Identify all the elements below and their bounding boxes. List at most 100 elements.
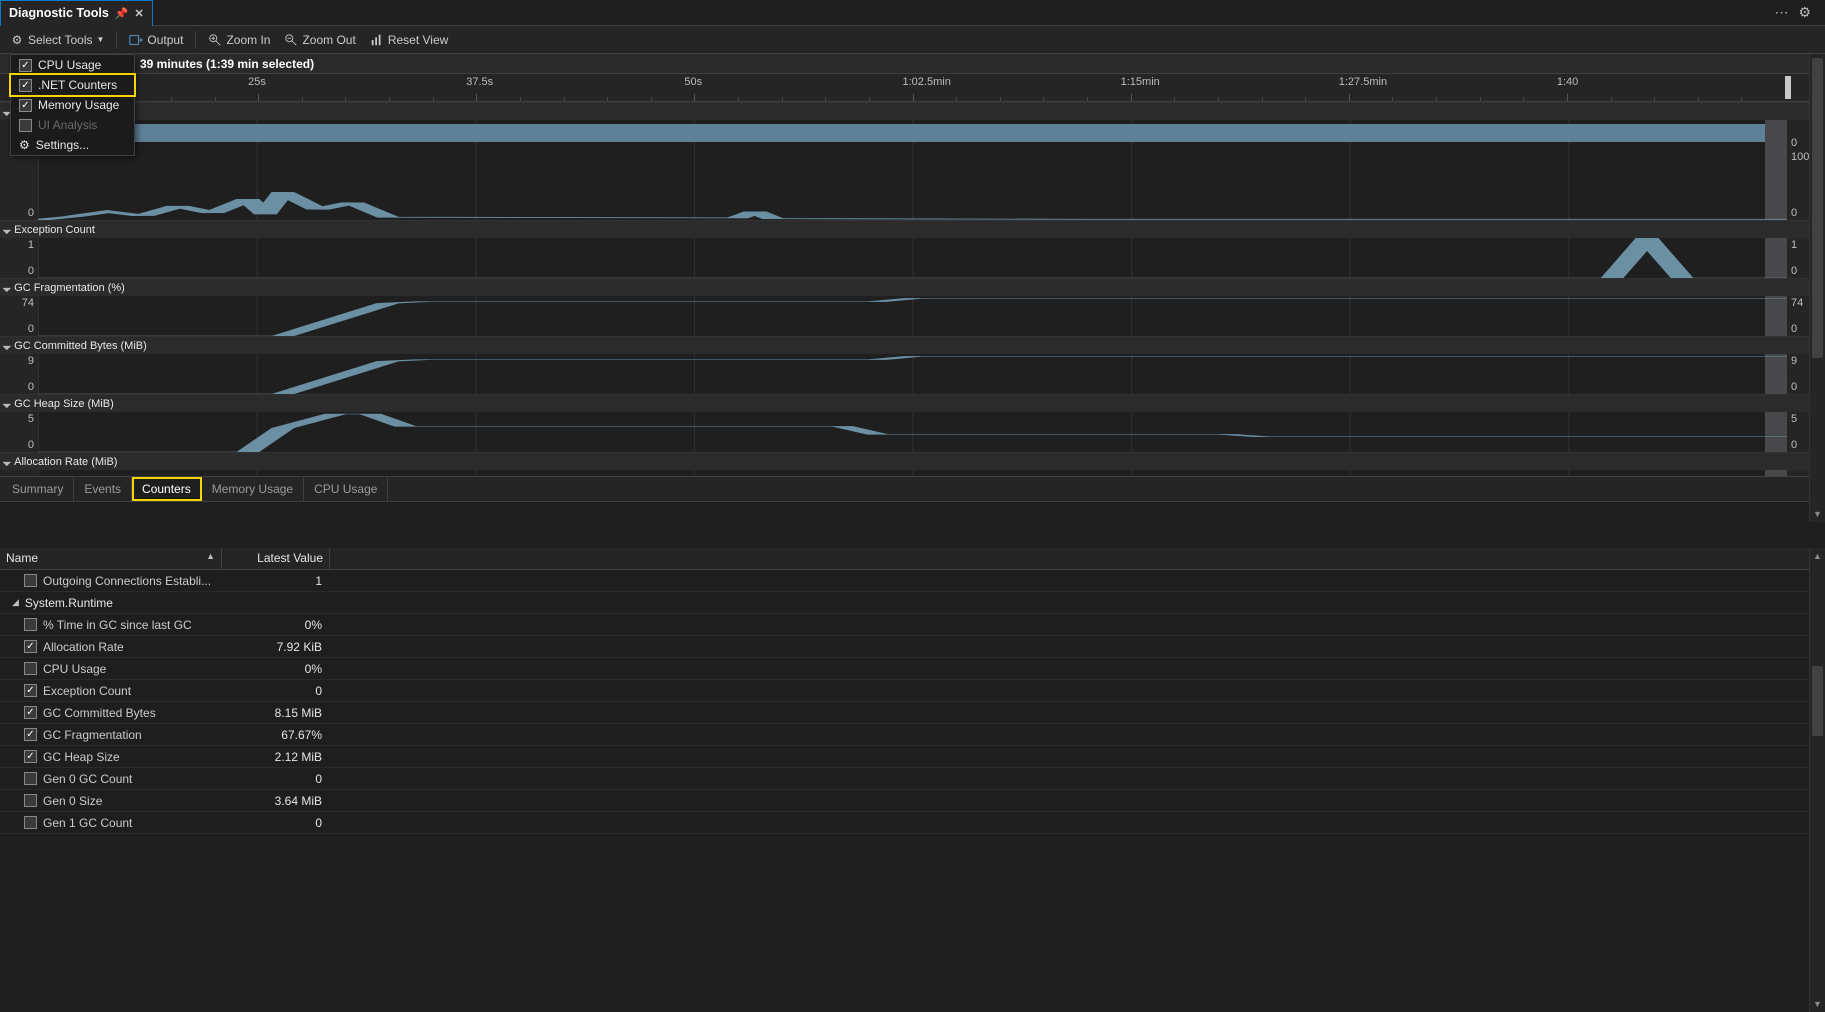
selection-range[interactable] [1765,470,1787,476]
counter-row[interactable]: GC Committed Bytes8.15 MiB [0,702,1825,724]
checkbox[interactable] [24,640,37,653]
scroll-up-icon[interactable]: ▲ [1810,548,1825,564]
counter-name: Gen 0 GC Count [43,772,132,786]
pane-header[interactable]: ors) [0,102,1825,120]
counter-row[interactable]: Exception Count0 [0,680,1825,702]
zoom-out-label: Zoom Out [302,33,355,47]
tab-events[interactable]: Events [74,477,132,501]
pane-header[interactable]: GC Fragmentation (%) [0,278,1825,296]
scrollbar-thumb[interactable] [1812,58,1823,358]
counter-row[interactable]: Gen 0 Size3.64 MiB [0,790,1825,812]
counter-row[interactable]: Outgoing Connections Establi...1 [0,570,1825,592]
checkbox-icon [19,79,32,92]
checkbox[interactable] [24,706,37,719]
zoom-out-icon [284,33,298,47]
panel-tab-diagnostic-tools[interactable]: Diagnostic Tools 📌 ✕ [0,0,153,26]
ruler-tick-label: 1:27.5min [1339,76,1387,88]
reset-view-icon [370,33,384,47]
zoom-in-button[interactable]: Zoom In [202,28,276,52]
close-icon[interactable]: ✕ [134,7,143,20]
gear-icon[interactable]: ⚙ [1798,4,1811,21]
pane-header[interactable]: GC Committed Bytes (MiB) [0,336,1825,354]
checkbox[interactable] [24,728,37,741]
column-header-name[interactable]: Name▲ [0,548,222,569]
output-button[interactable]: Output [123,28,189,52]
output-label: Output [147,33,183,47]
counter-name: Gen 0 Size [43,794,102,808]
chart-pane[interactable] [0,470,1825,476]
pin-icon[interactable]: 📌 [115,7,129,20]
tab-summary[interactable]: Summary [2,477,74,501]
ruler-tick-label: 1:15min [1121,76,1160,88]
counter-name: Outgoing Connections Establi... [43,574,211,588]
tab-counters[interactable]: Counters [132,477,202,501]
counter-row[interactable]: CPU Usage0% [0,658,1825,680]
menu-item-cpu-usage[interactable]: CPU Usage [11,55,134,75]
more-icon[interactable]: ⋯ [1774,4,1788,21]
checkbox[interactable] [24,618,37,631]
scroll-down-icon[interactable]: ▼ [1810,506,1825,522]
scrollbar-thumb[interactable] [1812,666,1823,736]
output-icon [129,33,143,47]
tab-cpu-usage[interactable]: CPU Usage [304,477,388,501]
checkbox[interactable] [24,794,37,807]
chart-pane[interactable]: 5050 [0,412,1825,452]
zoom-in-icon [208,33,222,47]
counter-row[interactable]: Gen 0 GC Count 0 [0,768,1825,790]
menu-item-memory-usage[interactable]: Memory Usage [11,95,134,115]
checkbox-icon [19,119,32,132]
counter-name: Gen 1 GC Count [43,816,132,830]
counter-value: 0 [222,684,330,698]
gear-icon: ⚙ [19,138,30,152]
timeline-end-handle[interactable] [1785,76,1791,99]
reset-view-button[interactable]: Reset View [364,28,454,52]
chart-pane[interactable]: 9090 [0,354,1825,394]
selection-range[interactable] [1765,120,1787,150]
timeline-ruler[interactable]: 12.5s25s37.5s50s1:02.5min1:15min1:27.5mi… [0,74,1825,102]
checkbox[interactable] [24,750,37,763]
processors-band [38,124,1765,142]
checkbox[interactable] [24,684,37,697]
counter-name: % Time in GC since last GC [43,618,192,632]
chart-pane[interactable]: 00 [0,120,1825,150]
checkbox-icon [19,59,32,72]
counter-row[interactable]: GC Fragmentation 67.67% [0,724,1825,746]
counter-row[interactable]: Allocation Rate7.92 KiB [0,636,1825,658]
chevron-down-icon: ▼ [96,35,104,44]
checkbox[interactable] [24,816,37,829]
checkbox[interactable] [24,574,37,587]
detail-tabstrip: SummaryEventsCountersMemory UsageCPU Usa… [0,476,1825,502]
counter-value: 67.67% [222,728,330,742]
menu-item-settings[interactable]: ⚙Settings... [11,135,134,155]
checkbox[interactable] [24,772,37,785]
pane-header[interactable]: Allocation Rate (MiB) [0,452,1825,470]
counter-row[interactable]: GC Heap Size2.12 MiB [0,746,1825,768]
chart-pane[interactable]: 740740 [0,296,1825,336]
tab-memory-usage[interactable]: Memory Usage [202,477,304,501]
column-header-latest-value[interactable]: Latest Value [222,548,330,569]
zoom-out-button[interactable]: Zoom Out [278,28,361,52]
menu-item-net-counters[interactable]: .NET Counters [9,73,136,97]
checkbox-icon [19,99,32,112]
counter-value: 0% [222,618,330,632]
gear-icon: ⚙ [10,33,24,47]
counter-value: 0 [222,816,330,830]
counter-row[interactable]: Gen 1 GC Count 0 [0,812,1825,834]
chart-pane[interactable]: 01000 [0,150,1825,220]
checkbox[interactable] [24,662,37,675]
pane-header[interactable]: Exception Count [0,220,1825,238]
counter-name: Allocation Rate [43,640,124,654]
counter-value: 0 [222,772,330,786]
ruler-tick-label: 1:40 [1557,76,1578,88]
counter-group[interactable]: ◢System.Runtime [0,592,1825,614]
scroll-down-icon[interactable]: ▼ [1810,996,1825,1012]
ruler-tick-label: 50s [684,76,702,88]
counter-name: GC Fragmentation [43,728,142,742]
chart-pane[interactable]: 1010 [0,238,1825,278]
select-tools-label: Select Tools [28,33,92,47]
select-tools-button[interactable]: ⚙ Select Tools ▼ [4,28,110,52]
counter-row[interactable]: % Time in GC since last GC 0% [0,614,1825,636]
select-tools-menu: CPU Usage.NET CountersMemory UsageUI Ana… [10,54,135,156]
pane-header[interactable]: GC Heap Size (MiB) [0,394,1825,412]
ruler-tick-label: 1:02.5min [903,76,951,88]
